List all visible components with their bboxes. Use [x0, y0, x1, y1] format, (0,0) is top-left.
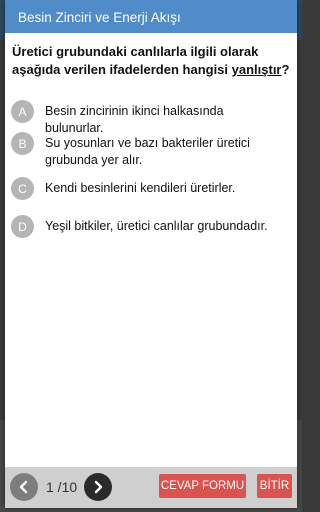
option-c[interactable]: C Kendi besinlerini kendileri üretirler.	[11, 177, 297, 215]
option-b[interactable]: B Su yosunları ve bazı bakteriler üretic…	[11, 132, 297, 177]
option-d-text[interactable]: Yeşil bitkiler, üretici canlılar grubund…	[45, 215, 285, 235]
quiz-dialog: Besin Zinciri ve Enerji Akışı Üretici gr…	[5, 0, 297, 508]
next-question-button[interactable]	[84, 473, 112, 501]
question-text: Üretici grubundaki canlılarla ilgili ola…	[5, 33, 297, 79]
chevron-right-icon	[94, 480, 103, 494]
option-b-text[interactable]: Su yosunları ve bazı bakteriler üretici …	[45, 132, 285, 169]
page-indicator: 1 /10	[46, 479, 78, 495]
option-b-letter[interactable]: B	[11, 132, 34, 155]
answer-form-button[interactable]: CEVAP FORMU	[159, 474, 246, 498]
question-text-start: Üretici grubundaki canlılarla ilgili ola…	[12, 44, 259, 77]
option-a-letter[interactable]: A	[11, 100, 34, 123]
option-a[interactable]: A Besin zincirinin ikinci halkasında bul…	[11, 100, 297, 135]
option-c-text[interactable]: Kendi besinlerini kendileri üretirler.	[45, 177, 285, 197]
previous-question-button[interactable]	[10, 473, 38, 501]
quiz-footer: 1 /10 CEVAP FORMU BİTİR	[5, 467, 297, 508]
answer-options: A Besin zincirinin ikinci halkasında bul…	[5, 100, 297, 247]
option-d[interactable]: D Yeşil bitkiler, üretici canlılar grubu…	[11, 215, 297, 247]
option-c-letter[interactable]: C	[11, 177, 34, 200]
question-text-end: ?	[281, 62, 290, 77]
finish-button[interactable]: BİTİR	[257, 474, 292, 498]
dialog-title: Besin Zinciri ve Enerji Akışı	[5, 0, 297, 33]
option-d-letter[interactable]: D	[11, 215, 34, 238]
chevron-left-icon	[19, 480, 28, 494]
question-underlined-word: yanlıştır	[231, 62, 282, 77]
